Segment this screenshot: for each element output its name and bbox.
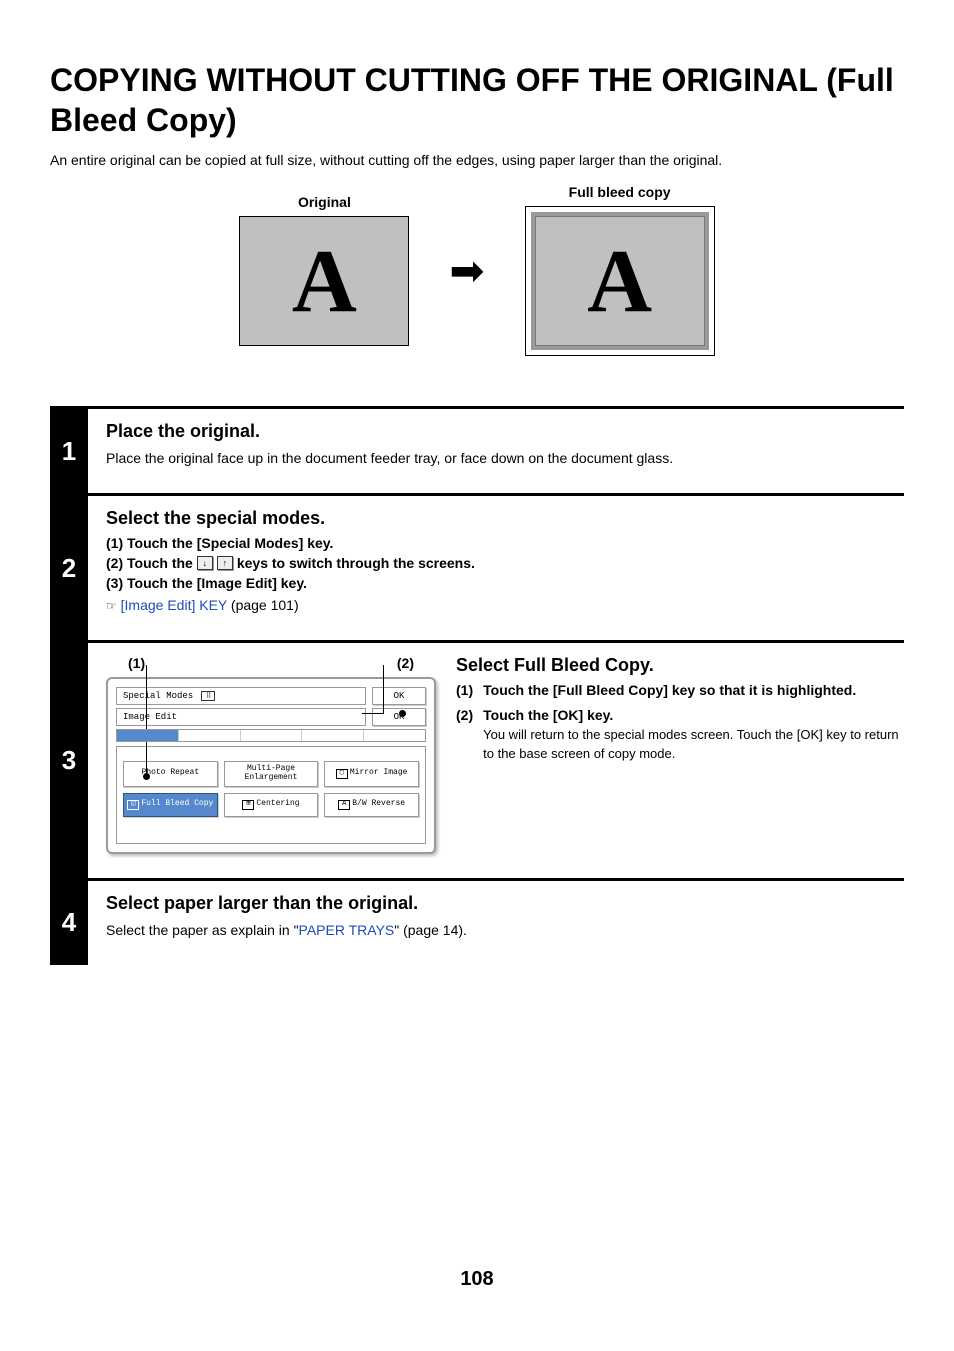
step-2-item-3: (3) Touch the [Image Edit] key.	[106, 575, 904, 591]
image-edit-header: Image Edit	[116, 708, 366, 726]
step-number: 2	[50, 496, 88, 640]
special-modes-icon: ⠿	[201, 691, 215, 701]
original-box: A	[239, 216, 409, 346]
step-2-reference: ☞ [Image Edit] KEY (page 101)	[106, 595, 904, 616]
mirror-icon: ▢	[336, 769, 348, 779]
arrow-right-icon: ➡	[449, 246, 484, 295]
step-3-sub-1: Touch the [Full Bleed Copy] key so that …	[483, 682, 904, 698]
step-4: 4 Select paper larger than the original.…	[50, 878, 904, 965]
full-bleed-box: A	[525, 206, 715, 356]
step-1-title: Place the original.	[106, 421, 904, 442]
step-3-sub-1-num: (1)	[456, 682, 473, 701]
illustration-row: Original A ➡ Full bleed copy A	[50, 184, 904, 356]
multi-page-enlargement-button[interactable]: Multi-Page Enlargement	[224, 761, 319, 787]
ok-button-outer[interactable]: OK	[372, 687, 426, 705]
up-key-icon: ↑	[217, 556, 233, 570]
page-title: COPYING WITHOUT CUTTING OFF THE ORIGINAL…	[50, 60, 904, 140]
full-bleed-label: Full bleed copy	[525, 184, 715, 200]
step-3-sub-2-num: (2)	[456, 707, 473, 764]
step-number: 1	[50, 409, 88, 493]
mirror-image-button[interactable]: ▢ Mirror Image	[324, 761, 419, 787]
step-1: 1 Place the original. Place the original…	[50, 406, 904, 493]
centering-icon: ⊞	[242, 800, 254, 810]
page-number: 108	[0, 1268, 954, 1291]
reference-icon: ☞	[106, 599, 117, 613]
step-3-sub-2-text: You will return to the special modes scr…	[483, 726, 904, 764]
step-3-sub-2-title: Touch the [OK] key.	[483, 707, 904, 723]
callout-2: (2)	[397, 655, 414, 671]
original-label: Original	[239, 194, 409, 210]
step-number: 3	[50, 643, 88, 878]
photo-repeat-button[interactable]: Photo Repeat	[123, 761, 218, 787]
step-2: 2 Select the special modes. (1) Touch th…	[50, 493, 904, 640]
callout-1: (1)	[128, 655, 145, 671]
panel-tabs	[116, 729, 426, 742]
image-edit-key-link[interactable]: [Image Edit] KEY	[121, 597, 227, 613]
full-bleed-icon: ◱	[127, 800, 139, 810]
paper-trays-link[interactable]: PAPER TRAYS	[299, 922, 395, 938]
special-modes-header: Special Modes ⠿	[116, 687, 366, 705]
step-4-title: Select paper larger than the original.	[106, 893, 904, 914]
bw-reverse-button[interactable]: A B/W Reverse	[324, 793, 419, 817]
step-2-item-1: (1) Touch the [Special Modes] key.	[106, 535, 904, 551]
bw-reverse-icon: A	[338, 800, 350, 810]
page-subtitle: An entire original can be copied at full…	[50, 152, 904, 168]
step-4-text: Select the paper as explain in "PAPER TR…	[106, 920, 904, 941]
step-number: 4	[50, 881, 88, 965]
step-2-item-2: (2) Touch the ↓ ↑ keys to switch through…	[106, 555, 904, 571]
touchscreen-panel: Special Modes ⠿ OK Image Edit OK	[106, 677, 436, 854]
step-1-text: Place the original face up in the docume…	[106, 448, 904, 469]
centering-button[interactable]: ⊞ Centering	[224, 793, 319, 817]
full-bleed-copy-button[interactable]: ◱ Full Bleed Copy	[123, 793, 218, 817]
down-key-icon: ↓	[197, 556, 213, 570]
step-2-title: Select the special modes.	[106, 508, 904, 529]
step-3: 3 (1) (2) Special Modes ⠿ OK	[50, 640, 904, 878]
step-3-title: Select Full Bleed Copy.	[456, 655, 904, 676]
